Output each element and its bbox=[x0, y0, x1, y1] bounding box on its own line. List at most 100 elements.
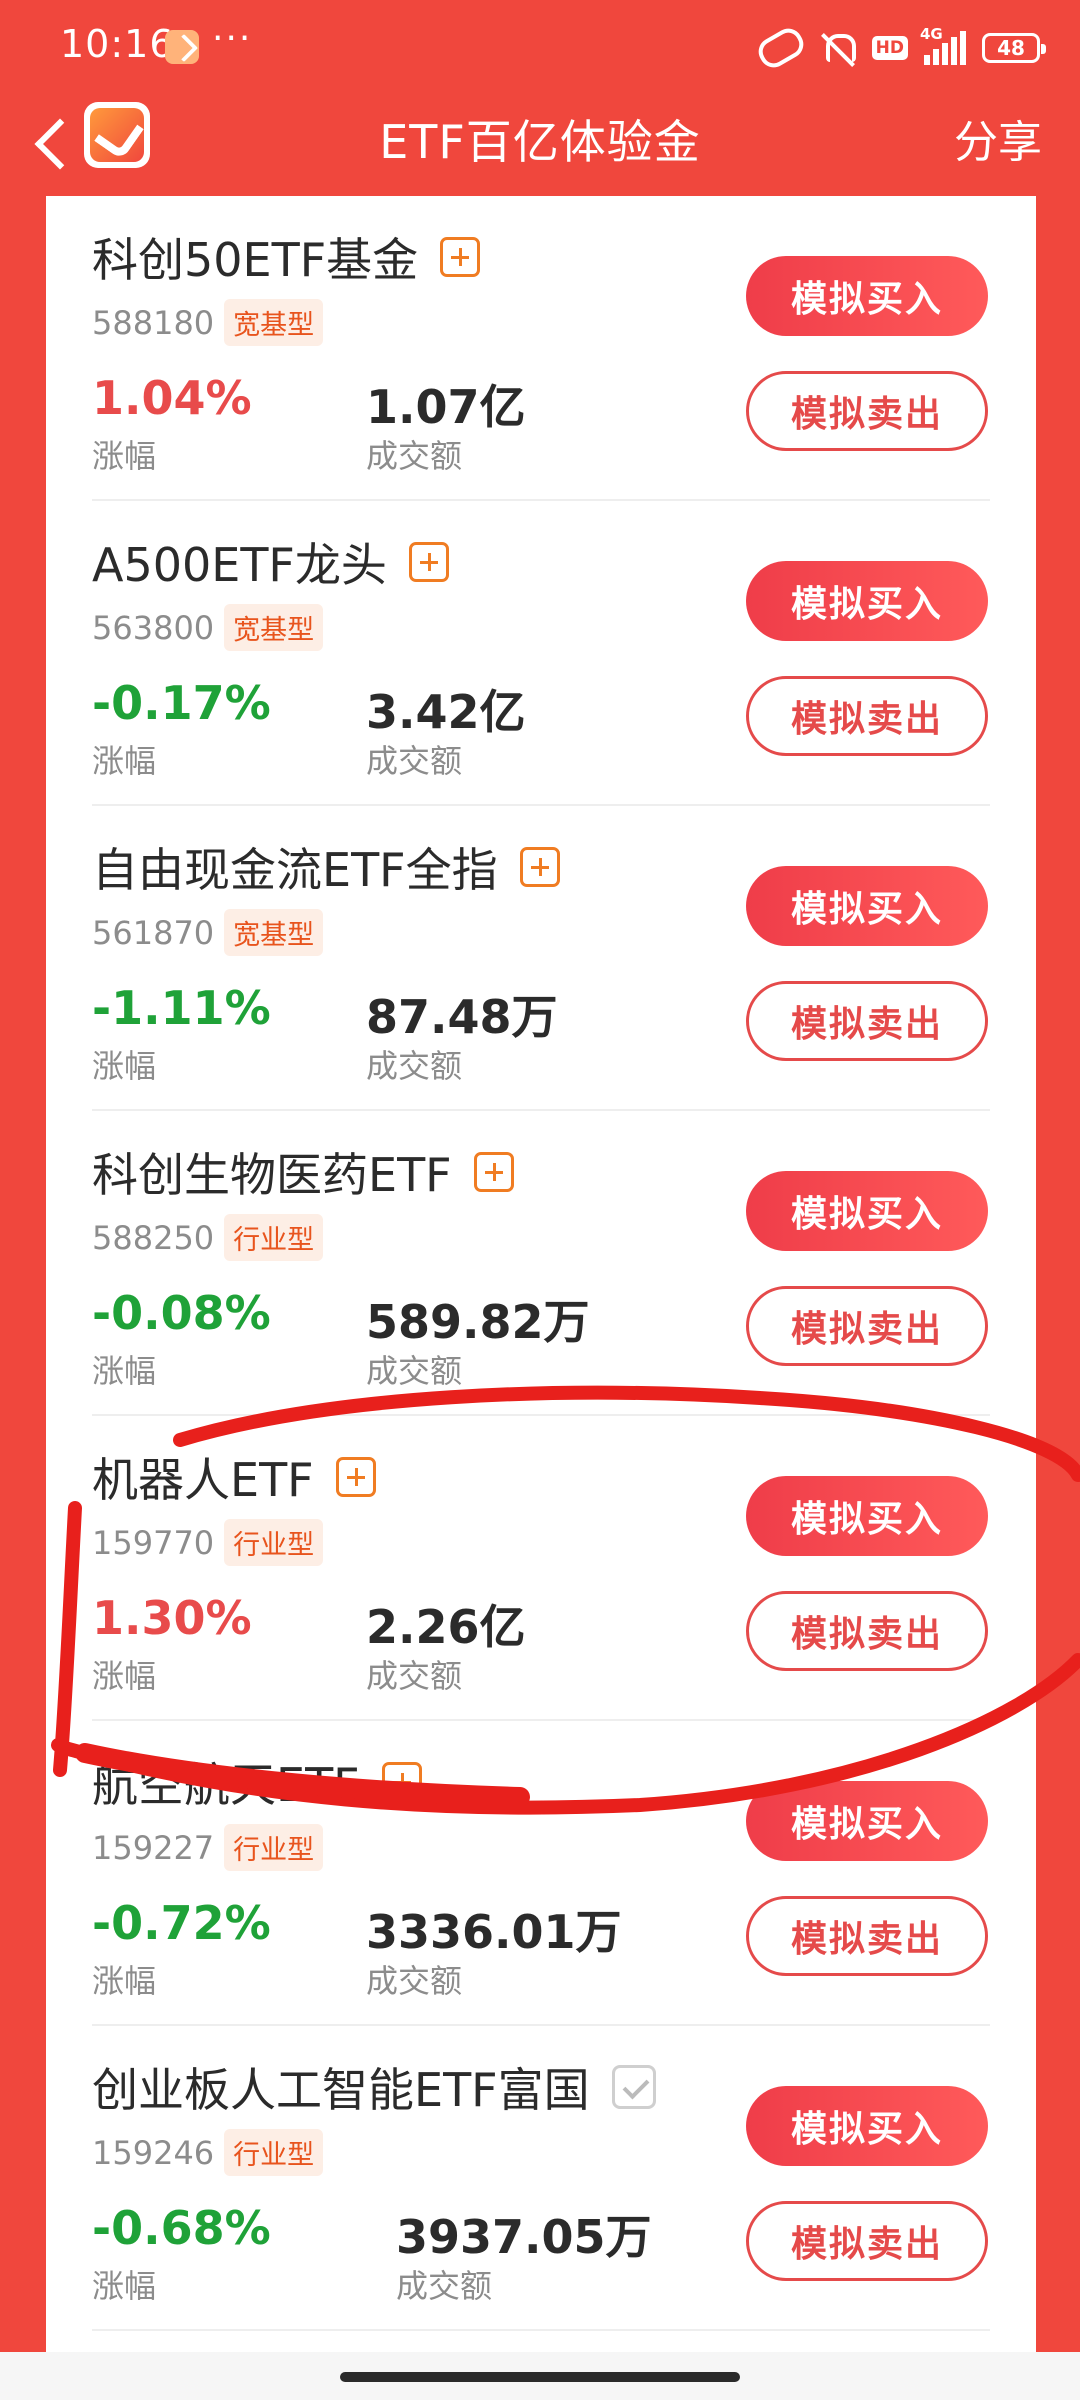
etf-card[interactable]: 科创生物医药ETF 588250 行业型 -0.08% 涨幅 589.82万 成交额 模拟买入… bbox=[46, 1111, 1036, 1416]
link-icon bbox=[753, 23, 809, 73]
fund-code: 159227 bbox=[92, 1828, 215, 1867]
fund-name[interactable]: 科创50ETF基金 bbox=[92, 224, 481, 290]
add-watchlist-icon[interactable] bbox=[408, 542, 449, 582]
notification-app-icon bbox=[165, 30, 199, 64]
fund-name[interactable]: 创业板人工智能ETF富国 bbox=[92, 2054, 656, 2120]
simulate-buy-button[interactable]: 模拟买入 bbox=[746, 256, 988, 336]
home-indicator[interactable] bbox=[340, 2372, 740, 2382]
more-notifications-icon: ··· bbox=[212, 18, 253, 59]
change-label: 涨幅 bbox=[92, 1352, 157, 1390]
simulate-buy-button[interactable]: 模拟买入 bbox=[746, 866, 988, 946]
turnover-value: 589.82万 bbox=[366, 1295, 590, 1349]
fund-name[interactable]: 机器人ETF bbox=[92, 1444, 376, 1510]
etf-card[interactable]: 创业板人工智能ETF富国 159246 行业型 -0.68% 涨幅 3937.05万 成交额… bbox=[46, 2026, 1036, 2331]
turnover-label: 成交额 bbox=[366, 742, 463, 780]
simulate-buy-button[interactable]: 模拟买入 bbox=[746, 1171, 988, 1251]
fund-code: 588180 bbox=[92, 303, 215, 342]
change-percent: -1.11% bbox=[92, 981, 271, 1035]
turnover-value: 1.07亿 bbox=[366, 380, 526, 434]
fund-code: 561870 bbox=[92, 913, 215, 952]
simulate-sell-button[interactable]: 模拟卖出 bbox=[746, 981, 988, 1061]
turnover-value: 3336.01万 bbox=[366, 1905, 622, 1959]
etf-card[interactable]: 自由现金流ETF全指 561870 宽基型 -1.11% 涨幅 87.48万 成交额 模拟买入… bbox=[46, 806, 1036, 1111]
fund-name[interactable]: 自由现金流ETF全指 bbox=[92, 834, 560, 900]
turnover-label: 成交额 bbox=[396, 2267, 493, 2305]
add-watchlist-icon[interactable] bbox=[335, 1457, 376, 1497]
fund-type-tag: 行业型 bbox=[224, 2129, 324, 2176]
fund-code-row: 159246 行业型 bbox=[92, 2129, 324, 2176]
fund-code-row: 563800 宽基型 bbox=[92, 604, 324, 651]
fund-name[interactable]: A500ETF龙头 bbox=[92, 529, 449, 595]
add-watchlist-icon[interactable] bbox=[440, 237, 481, 277]
simulate-sell-button[interactable]: 模拟卖出 bbox=[746, 2201, 988, 2281]
fund-code-row: 588180 宽基型 bbox=[92, 299, 324, 346]
fund-type-tag: 宽基型 bbox=[224, 909, 324, 956]
add-watchlist-icon[interactable] bbox=[473, 1152, 514, 1192]
etf-card[interactable]: 科创50ETF基金 588180 宽基型 1.04% 涨幅 1.07亿 成交额 模拟买入模拟卖… bbox=[46, 196, 1036, 501]
change-label: 涨幅 bbox=[92, 437, 157, 475]
fund-code: 588250 bbox=[92, 1218, 215, 1257]
fund-code: 159770 bbox=[92, 1523, 215, 1562]
fund-name[interactable]: 科创生物医药ETF bbox=[92, 1139, 514, 1205]
turnover-value: 87.48万 bbox=[366, 990, 558, 1044]
turnover-label: 成交额 bbox=[366, 1047, 463, 1085]
turnover-value: 3937.05万 bbox=[396, 2210, 652, 2264]
simulate-sell-button[interactable]: 模拟卖出 bbox=[746, 371, 988, 451]
status-time: 10:16 bbox=[60, 22, 175, 66]
nav-bar: ETF百亿体验金 分享 bbox=[0, 96, 1080, 196]
fund-type-tag: 行业型 bbox=[224, 1519, 324, 1566]
fund-name-text: 自由现金流ETF全指 bbox=[92, 843, 498, 897]
change-percent: 1.04% bbox=[92, 371, 252, 425]
fund-name-text: 科创50ETF基金 bbox=[92, 233, 419, 287]
change-percent: -0.72% bbox=[92, 1896, 271, 1950]
hd-icon: HD bbox=[871, 36, 908, 60]
network-type: 4G bbox=[920, 25, 943, 43]
page-title: ETF百亿体验金 bbox=[379, 115, 701, 169]
etf-card[interactable]: 机器人ETF 159770 行业型 1.30% 涨幅 2.26亿 成交额 模拟买入 模拟卖出 bbox=[46, 1416, 1036, 1721]
simulate-buy-button[interactable]: 模拟买入 bbox=[746, 561, 988, 641]
change-percent: -0.68% bbox=[92, 2201, 271, 2255]
etf-card[interactable]: 航空航天ETF 159227 行业型 -0.72% 涨幅 3336.01万 成交额 模拟买入模… bbox=[46, 1721, 1036, 2026]
fund-code: 159246 bbox=[92, 2133, 215, 2172]
simulate-buy-button[interactable]: 模拟买入 bbox=[746, 1781, 988, 1861]
turnover-label: 成交额 bbox=[366, 1962, 463, 2000]
change-label: 涨幅 bbox=[92, 1962, 157, 2000]
added-check-icon[interactable] bbox=[611, 2065, 656, 2109]
change-label: 涨幅 bbox=[92, 1657, 157, 1695]
turnover-label: 成交额 bbox=[366, 437, 463, 475]
fund-type-tag: 宽基型 bbox=[224, 604, 324, 651]
fund-type-tag: 宽基型 bbox=[224, 299, 324, 346]
fund-name-text: 科创生物医药ETF bbox=[92, 1148, 452, 1202]
mute-icon bbox=[820, 30, 856, 66]
change-label: 涨幅 bbox=[92, 2267, 157, 2305]
fund-code-row: 561870 宽基型 bbox=[92, 909, 324, 956]
fund-code: 563800 bbox=[92, 608, 215, 647]
fund-code-row: 159770 行业型 bbox=[92, 1519, 324, 1566]
simulate-sell-button[interactable]: 模拟卖出 bbox=[746, 676, 988, 756]
etf-list[interactable]: 科创50ETF基金 588180 宽基型 1.04% 涨幅 1.07亿 成交额 模拟买入 模拟卖… bbox=[46, 196, 1036, 2400]
turnover-value: 3.42亿 bbox=[366, 685, 526, 739]
simulate-sell-button[interactable]: 模拟卖出 bbox=[746, 1286, 988, 1366]
etf-card[interactable]: A500ETF龙头 563800 宽基型 -0.17% 涨幅 3.42亿 成交额 模拟买入 模拟… bbox=[46, 501, 1036, 806]
simulate-buy-button[interactable]: 模拟买入 bbox=[746, 2086, 988, 2166]
add-watchlist-icon[interactable] bbox=[519, 847, 560, 887]
change-percent: 1.30% bbox=[92, 1591, 252, 1645]
signal-icon: 4G bbox=[920, 25, 966, 65]
fund-name-text: A500ETF龙头 bbox=[92, 538, 387, 592]
status-bar: 10:16 ··· HD 4G 48 bbox=[0, 0, 1080, 96]
simulate-sell-button[interactable]: 模拟卖出 bbox=[746, 1896, 988, 1976]
fund-name-text: 航空航天ETF bbox=[92, 1758, 360, 1812]
simulate-sell-button[interactable]: 模拟卖出 bbox=[746, 1591, 988, 1671]
change-label: 涨幅 bbox=[92, 1047, 157, 1085]
battery-icon: 48 bbox=[982, 33, 1046, 63]
fund-name-text: 机器人ETF bbox=[92, 1453, 314, 1507]
simulate-buy-button[interactable]: 模拟买入 bbox=[746, 1476, 988, 1556]
change-percent: -0.17% bbox=[92, 676, 271, 730]
change-percent: -0.08% bbox=[92, 1286, 271, 1340]
share-button[interactable]: 分享 bbox=[954, 106, 1042, 170]
fund-name[interactable]: 航空航天ETF bbox=[92, 1749, 422, 1815]
add-watchlist-icon[interactable] bbox=[381, 1762, 422, 1802]
divider bbox=[92, 2329, 990, 2331]
fund-type-tag: 行业型 bbox=[224, 1824, 324, 1871]
turnover-label: 成交额 bbox=[366, 1657, 463, 1695]
